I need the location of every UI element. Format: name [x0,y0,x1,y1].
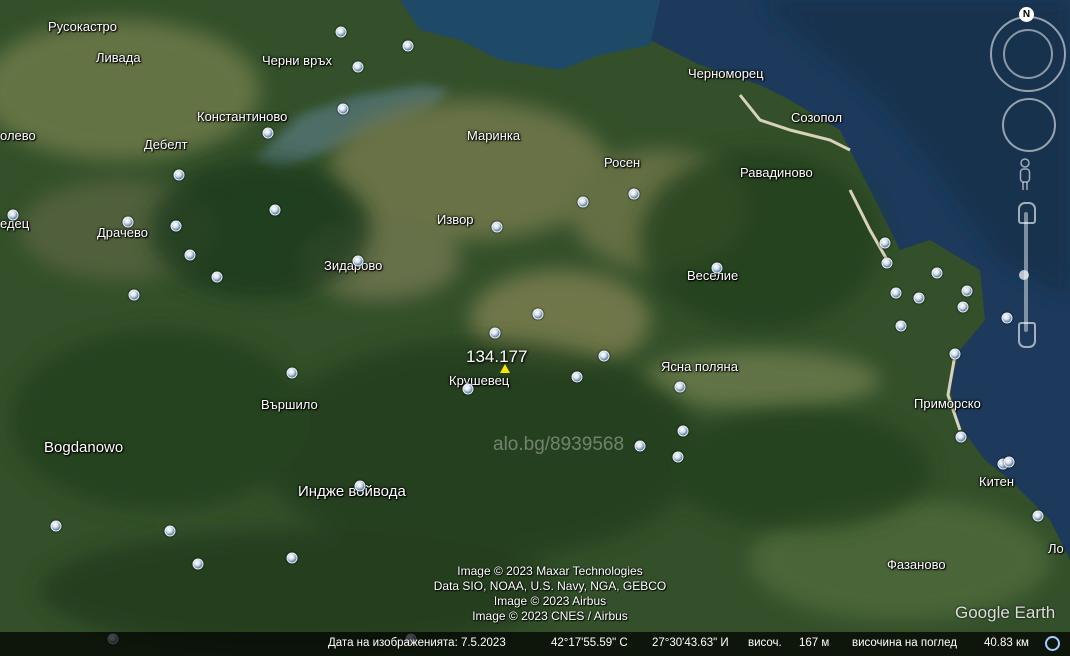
place-label: Вършило [261,397,318,412]
photo-pin-icon[interactable] [677,425,689,437]
photo-pin-icon[interactable] [335,26,347,38]
photo-pin-icon[interactable] [955,431,967,443]
photo-pin-icon[interactable] [961,285,973,297]
photo-pin-icon[interactable] [571,371,583,383]
place-label: Ливада [96,50,141,65]
watermark: alo.bg/8939568 [493,434,625,455]
place-label: Ясна поляна [661,359,738,374]
photo-pin-icon[interactable] [1001,312,1013,324]
imagery-date: Дата на изображенията: 7.5.2023 [328,637,506,649]
place-label: Крушевец [449,373,510,388]
yellow-pushpin-icon[interactable] [500,364,510,373]
place-label: Константиново [197,109,288,124]
photo-pin-icon[interactable] [352,255,364,267]
place-label: Маринка [467,128,521,143]
place-label: Равадиново [740,165,813,180]
latitude-readout: 42°17'55.59" С [551,637,628,649]
zoom-slider-handle[interactable] [1019,270,1029,280]
photo-pin-icon[interactable] [1003,456,1015,468]
place-label: Ло [1048,541,1064,556]
photo-pin-icon[interactable] [462,383,474,395]
place-label: олево [0,128,36,143]
photo-pin-icon[interactable] [337,103,349,115]
satellite-map[interactable]: Русокастро Ливада Черни връх Константино… [0,0,1070,656]
photo-pin-icon[interactable] [489,327,501,339]
photo-pin-icon[interactable] [262,127,274,139]
photo-pin-icon[interactable] [672,451,684,463]
imagery-credits: Image © 2023 Maxar Technologies Data SIO… [380,564,720,624]
north-icon[interactable]: N [1019,7,1034,22]
elevation-readout: 167 м [799,637,830,649]
streaming-status-icon [1045,636,1060,651]
photo-pin-icon[interactable] [532,308,544,320]
photo-pin-icon[interactable] [890,287,902,299]
photo-pin-icon[interactable] [352,61,364,73]
longitude-readout: 27°30'43.63" И [652,637,729,649]
place-label: Драчево [97,225,148,240]
place-label: Дебелт [144,137,188,152]
place-label: Черноморец [688,66,764,81]
place-label: Индже войвода [298,483,406,500]
place-label: Созопол [791,110,843,125]
photo-pin-icon[interactable] [211,271,223,283]
photo-pin-icon[interactable] [931,267,943,279]
tilt-control[interactable] [1003,29,1053,79]
photo-pin-icon[interactable] [192,558,204,570]
place-label: Извор [437,212,474,227]
street-view-pegman-icon[interactable] [1018,158,1032,192]
place-label: Китен [979,474,1015,489]
place-label: Росен [604,155,641,170]
photo-pin-icon[interactable] [128,289,140,301]
place-label: Фазаново [887,557,946,572]
photo-pin-icon[interactable] [879,237,891,249]
photo-pin-icon[interactable] [354,480,366,492]
photo-pin-icon[interactable] [269,204,281,216]
photo-pin-icon[interactable] [402,40,414,52]
place-label: Приморско [914,396,981,411]
photo-pin-icon[interactable] [634,440,646,452]
photo-pin-icon[interactable] [881,257,893,269]
photo-pin-icon[interactable] [949,348,961,360]
credit-line: Image © 2023 Airbus [493,594,607,608]
photo-pin-icon[interactable] [577,196,589,208]
photo-pin-icon[interactable] [122,216,134,228]
photo-pin-icon[interactable] [491,221,503,233]
photo-pin-icon[interactable] [173,169,185,181]
zoom-out-button[interactable] [1018,322,1036,348]
place-label: Русокастро [48,19,118,34]
photo-pin-icon[interactable] [286,552,298,564]
photo-pin-icon[interactable] [628,188,640,200]
photo-pin-icon[interactable] [674,381,686,393]
photo-pin-icon[interactable] [50,520,62,532]
eye-altitude-readout: 40.83 км [984,637,1029,649]
place-label: Черни връх [262,53,332,68]
google-earth-logo: Google Earth [955,603,1056,622]
photo-pin-icon[interactable] [7,209,19,221]
elevation-label: височ. [748,637,782,649]
photo-pin-icon[interactable] [913,292,925,304]
place-label: Bogdanowo [44,439,124,456]
placemark-label: 134.177 [466,347,528,366]
photo-pin-icon[interactable] [286,367,298,379]
photo-pin-icon[interactable] [598,350,610,362]
credit-line: Image © 2023 CNES / Airbus [472,609,628,623]
look-joystick[interactable] [1002,98,1056,152]
photo-pin-icon[interactable] [184,249,196,261]
photo-pin-icon[interactable] [711,262,723,274]
photo-pin-icon[interactable] [957,301,969,313]
photo-pin-icon[interactable] [895,320,907,332]
photo-pin-icon[interactable] [164,525,176,537]
credit-line: Data SIO, NOAA, U.S. Navy, NGA, GEBCO [433,579,667,593]
eye-altitude-label: височина на поглед [852,637,957,649]
credit-line: Image © 2023 Maxar Technologies [457,564,643,578]
photo-pin-icon[interactable] [1032,510,1044,522]
status-bar: Дата на изображенията: 7.5.2023 42°17'55… [0,632,1070,656]
photo-pin-icon[interactable] [170,220,182,232]
